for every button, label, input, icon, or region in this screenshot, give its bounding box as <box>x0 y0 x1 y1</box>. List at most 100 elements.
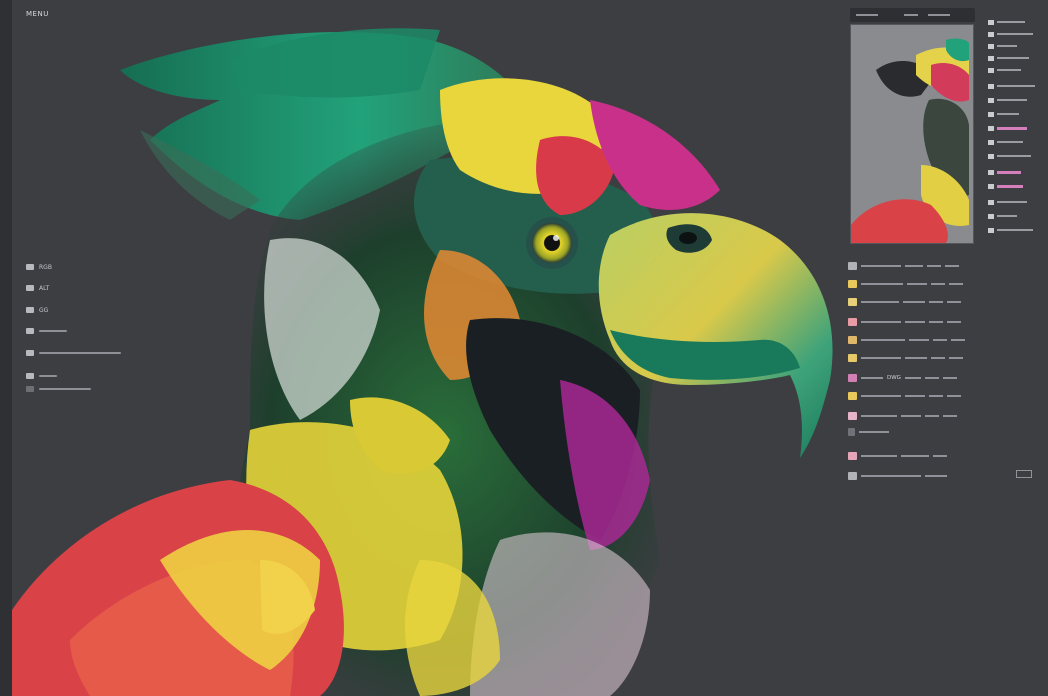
prop-line <box>997 201 1027 203</box>
layer-name-line <box>859 431 889 433</box>
crop-icon <box>26 373 34 379</box>
prop-line <box>997 113 1019 115</box>
prop-line <box>997 141 1023 143</box>
layer-value-line <box>925 475 947 477</box>
layer-thumbnail-icon <box>848 374 857 382</box>
layer-name-line <box>861 265 901 267</box>
menu-button[interactable]: MENU <box>26 10 49 18</box>
layer-row[interactable] <box>848 470 1028 482</box>
layer-row[interactable] <box>848 296 1028 308</box>
layer-row[interactable] <box>848 352 1028 364</box>
layer-row[interactable] <box>848 410 1028 422</box>
tool-row-3[interactable]: GG <box>26 305 48 315</box>
prop-row[interactable] <box>988 152 1031 160</box>
layer-value-line <box>924 377 939 379</box>
header-line <box>856 14 878 16</box>
prop-row[interactable] <box>988 182 1023 190</box>
navigator-header <box>850 8 975 22</box>
layer-thumbnail-icon <box>848 452 857 460</box>
prop-row[interactable] <box>988 82 1035 90</box>
layer-thumbnail-icon <box>848 392 857 400</box>
prop-highlight <box>997 126 1027 130</box>
prop-row[interactable] <box>988 124 1027 132</box>
layer-thumbnail-icon <box>848 428 855 436</box>
prop-icon <box>988 83 994 89</box>
prop-icon <box>988 67 994 73</box>
prop-icon <box>988 139 994 145</box>
tool-row-6[interactable] <box>26 371 57 381</box>
prop-icon <box>988 213 994 219</box>
prop-row[interactable] <box>988 18 1025 26</box>
prop-line <box>997 21 1025 23</box>
layer-value-line <box>905 395 925 397</box>
prop-icon <box>988 19 994 25</box>
prop-row[interactable] <box>988 226 1033 234</box>
layer-value-line <box>943 415 957 417</box>
layer-label: DWG <box>887 375 901 381</box>
layer-name-line <box>861 339 905 341</box>
layer-value-line <box>947 321 961 323</box>
prop-highlight <box>997 170 1021 174</box>
prop-icon <box>988 97 994 103</box>
layer-value-line <box>903 301 925 303</box>
layer-value-line <box>933 455 947 457</box>
prop-line <box>997 57 1029 59</box>
layer-name-line <box>861 321 901 323</box>
layer-name-line <box>861 415 897 417</box>
layer-value-line <box>933 339 947 341</box>
layer-row[interactable] <box>848 426 1028 438</box>
expand-icon[interactable] <box>1016 470 1032 478</box>
tool-label: RGB <box>39 263 52 271</box>
prop-line <box>997 99 1027 101</box>
tool-line <box>39 330 67 332</box>
prop-row[interactable] <box>988 168 1021 176</box>
image-canvas[interactable] <box>12 0 842 696</box>
prop-highlight <box>997 184 1023 188</box>
tool-row-7[interactable] <box>26 384 91 394</box>
tool-row-4[interactable] <box>26 326 67 336</box>
layer-name-line <box>861 455 897 457</box>
prop-icon <box>988 227 994 233</box>
tool-row-2[interactable]: ALT <box>26 283 49 293</box>
prop-row[interactable] <box>988 96 1027 104</box>
layer-value-line <box>949 283 963 285</box>
thumbnail-artwork <box>851 25 973 243</box>
layer-value-line <box>942 377 957 379</box>
prop-row[interactable] <box>988 54 1029 62</box>
layer-thumbnail-icon <box>848 280 857 288</box>
prop-row[interactable] <box>988 138 1023 146</box>
prop-row[interactable] <box>988 198 1027 206</box>
layer-value-line <box>947 395 961 397</box>
layer-row[interactable] <box>848 278 1028 290</box>
layer-value-line <box>901 415 921 417</box>
layer-value-line <box>905 321 925 323</box>
layer-value-line <box>931 357 945 359</box>
prop-line <box>997 85 1035 87</box>
layer-value-line <box>904 377 921 379</box>
prop-row[interactable] <box>988 212 1017 220</box>
prop-row[interactable] <box>988 66 1021 74</box>
prop-icon <box>988 55 994 61</box>
header-line <box>928 14 950 16</box>
navigator-thumbnail[interactable] <box>850 24 974 244</box>
left-tools-panel: MENU RGB ALT GG <box>12 0 132 696</box>
layer-value-line <box>947 301 961 303</box>
tool-row-1[interactable]: RGB <box>26 262 52 272</box>
layer-row[interactable] <box>848 390 1028 402</box>
layer-row[interactable] <box>848 450 1028 462</box>
layers-panel: DWG <box>848 256 1038 484</box>
layer-thumbnail-icon <box>848 318 857 326</box>
layer-row[interactable]: DWG <box>848 372 1028 384</box>
layer-value-line <box>905 357 927 359</box>
prop-row[interactable] <box>988 110 1019 118</box>
layer-row[interactable] <box>848 334 1028 346</box>
layer-thumbnail-icon <box>848 336 857 344</box>
layer-row[interactable] <box>848 316 1028 328</box>
layer-name-line <box>861 357 901 359</box>
prop-row[interactable] <box>988 30 1033 38</box>
layer-row[interactable] <box>848 260 1028 272</box>
layer-thumbnail-icon <box>848 262 857 270</box>
prop-row[interactable] <box>988 42 1017 50</box>
layer-value-line <box>901 455 929 457</box>
tool-row-5[interactable] <box>26 348 121 358</box>
